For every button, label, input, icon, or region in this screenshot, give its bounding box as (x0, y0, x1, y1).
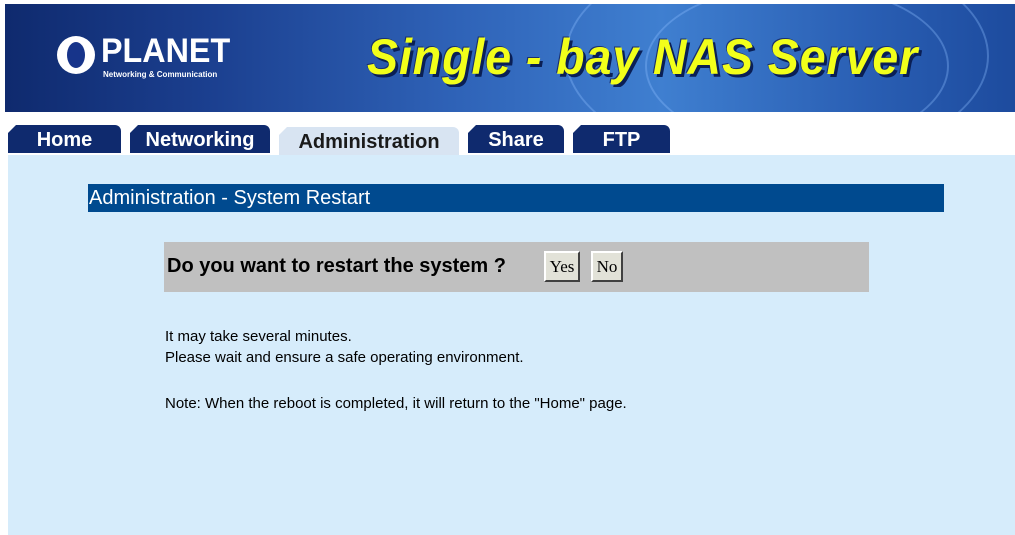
tab-ftp[interactable]: FTP (573, 125, 670, 153)
yes-button[interactable]: Yes (544, 251, 580, 282)
logo-tagline: Networking & Communication (103, 70, 218, 79)
tab-administration[interactable]: Administration (279, 127, 459, 155)
info-text-wait: Please wait and ensure a safe operating … (165, 349, 524, 366)
planet-logo[interactable]: PLANET Networking & Communication (57, 32, 257, 84)
info-text-note: Note: When the reboot is completed, it w… (165, 395, 627, 412)
info-text-duration: It may take several minutes. (165, 328, 352, 345)
logo-name: PLANET (101, 32, 231, 70)
tab-share[interactable]: Share (468, 125, 564, 153)
section-title: Administration - System Restart (88, 184, 944, 212)
header-banner: PLANET Networking & Communication Single… (5, 4, 1015, 112)
tab-networking[interactable]: Networking (130, 125, 270, 153)
content-panel: Administration - System Restart Do you w… (8, 155, 1015, 535)
main-nav-tabs: Home Networking Administration Share FTP (8, 125, 1015, 155)
product-title: Single - bay NAS Server (367, 29, 919, 85)
restart-question: Do you want to restart the system ? (167, 255, 506, 277)
tab-home[interactable]: Home (8, 125, 121, 153)
globe-icon (57, 36, 95, 74)
no-button[interactable]: No (591, 251, 623, 282)
restart-confirm-bar: Do you want to restart the system ? Yes … (164, 242, 869, 292)
